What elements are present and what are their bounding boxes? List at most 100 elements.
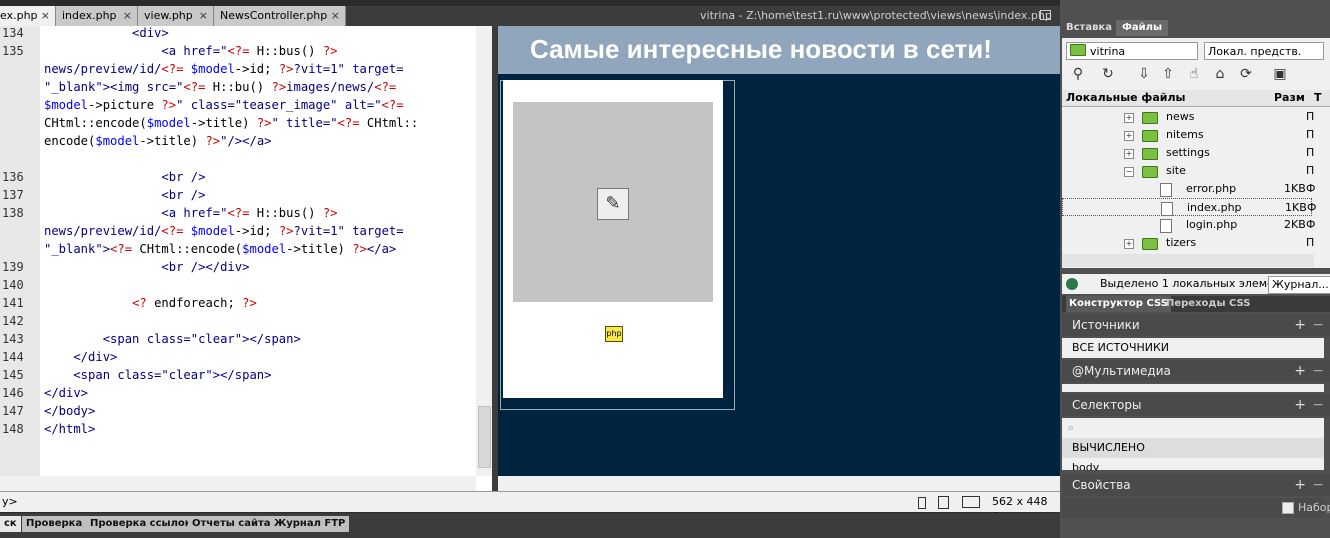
media-section[interactable]: @Мультимедиа + −	[1062, 360, 1330, 382]
tab-files[interactable]: Файлы	[1116, 20, 1169, 36]
code-line[interactable]: <br />	[44, 188, 205, 202]
code-line[interactable]: <? endforeach; ?>	[44, 296, 257, 310]
code-line[interactable]: news/preview/id/<?= $model->id; ?>?vit=1…	[44, 62, 404, 76]
column-type[interactable]: Т	[1314, 90, 1322, 106]
code-line[interactable]: <br />	[44, 170, 205, 184]
refresh-icon[interactable]: ↻	[1100, 66, 1116, 82]
properties-section[interactable]: Свойства + −	[1062, 474, 1330, 496]
code-view[interactable]: 134 135 136 137 138 139 140 141 142 143 …	[0, 26, 492, 491]
check-in-icon[interactable]: ⌂	[1212, 66, 1228, 82]
code-vertical-scrollbar[interactable]	[476, 26, 492, 476]
file-tree-row[interactable]: index.php 1KB Ф	[1062, 198, 1316, 216]
code-line[interactable]: <span class="clear"></span>	[44, 332, 301, 346]
view-select[interactable]: Локал. предств.	[1204, 42, 1324, 60]
set-checkbox[interactable]	[1282, 502, 1294, 514]
file-tree-row[interactable]: error.php 1KB Ф	[1062, 180, 1315, 198]
mobile-size-icon[interactable]	[918, 497, 926, 509]
code-line[interactable]: CHtml::encode($model->title) ?>" title="…	[44, 116, 418, 130]
tab-ex-php[interactable]: ex.php ×	[0, 6, 56, 26]
expand-toggle-icon[interactable]: −	[1124, 167, 1134, 177]
remove-icon[interactable]: −	[1312, 360, 1324, 382]
tab-index-php[interactable]: index.php ×	[56, 6, 138, 26]
tab-site-reports[interactable]: Отчеты сайта	[188, 516, 275, 532]
design-horizontal-scrollbar[interactable]	[498, 476, 1060, 491]
log-button[interactable]: Журнал...	[1268, 276, 1330, 294]
tab-validation[interactable]: Проверка	[22, 516, 87, 532]
scroll-thumb[interactable]	[478, 406, 491, 468]
desktop-size-icon[interactable]	[962, 496, 980, 508]
selectors-section[interactable]: Селекторы + −	[1062, 394, 1330, 416]
file-tree-row[interactable]: + settings П	[1062, 144, 1314, 162]
code-line[interactable]: <a href="<?= H::bus() ?>	[44, 206, 337, 220]
close-icon[interactable]: ×	[331, 6, 340, 26]
check-out-icon[interactable]: ☝	[1186, 66, 1202, 82]
remove-icon[interactable]: −	[1312, 394, 1324, 416]
teaser-card[interactable]: ✎ php	[503, 80, 723, 398]
connect-icon[interactable]: ⚲	[1070, 66, 1086, 82]
expand-toggle-icon[interactable]: +	[1124, 131, 1134, 141]
tab-insert[interactable]: Вставка	[1066, 20, 1112, 36]
file-tree-row[interactable]: + nitems П	[1062, 126, 1314, 144]
expand-icon[interactable]: ▣	[1272, 66, 1288, 82]
files-horizontal-scrollbar[interactable]	[1062, 254, 1314, 267]
code-line[interactable]: encode($model->title) ?>"/></a>	[44, 134, 272, 148]
column-size[interactable]: Разм	[1274, 90, 1305, 106]
line-number: 139	[2, 260, 24, 274]
add-icon[interactable]: +	[1294, 394, 1306, 416]
add-icon[interactable]: +	[1294, 474, 1306, 496]
code-line[interactable]: <span class="clear"></span>	[44, 368, 271, 382]
tab-link-checker[interactable]: Проверка ссылок	[86, 516, 196, 532]
add-icon[interactable]: +	[1294, 314, 1306, 336]
tab-view-php[interactable]: view.php ×	[138, 6, 214, 26]
tab-newscontroller-php[interactable]: NewsController.php ×	[214, 6, 346, 26]
tab-css-transitions[interactable]: Переходы CSS	[1166, 296, 1251, 312]
restore-window-icon[interactable]	[1040, 10, 1051, 20]
file-tree-row[interactable]: + news П	[1062, 108, 1314, 126]
remove-icon[interactable]: −	[1312, 314, 1324, 336]
code-line[interactable]: $model->picture ?>" class="teaser_image"…	[44, 98, 404, 112]
site-select[interactable]: vitrina	[1066, 42, 1198, 60]
code-line[interactable]: "_blank"><?= CHtml::encode($model->title…	[44, 242, 396, 256]
close-icon[interactable]: ×	[41, 6, 50, 26]
file-tree-row[interactable]: login.php 2KB Ф	[1062, 216, 1315, 234]
tablet-size-icon[interactable]	[938, 496, 949, 509]
remove-icon[interactable]: −	[1312, 474, 1324, 496]
sources-section[interactable]: Источники + −	[1062, 314, 1330, 336]
code-line[interactable]: </html>	[44, 422, 95, 436]
code-line[interactable]: </body>	[44, 404, 95, 418]
sync-icon[interactable]: ⟳	[1238, 66, 1254, 82]
close-icon[interactable]: ×	[123, 6, 132, 26]
all-sources-row[interactable]: ВСЕ ИСТОЧНИКИ	[1062, 338, 1324, 358]
body-row[interactable]: body	[1062, 458, 1324, 470]
selector-filter[interactable]: ⌕	[1062, 418, 1324, 438]
tab-search[interactable]: ск	[0, 516, 21, 532]
code-line[interactable]: <a href="<?= H::bus() ?>	[44, 44, 337, 58]
teaser-image-placeholder[interactable]: ✎	[513, 102, 713, 302]
column-name[interactable]: Локальные файлы	[1066, 90, 1185, 106]
file-tree-row[interactable]: − site П	[1062, 162, 1314, 180]
code-line[interactable]: <div>	[44, 26, 169, 40]
folder-icon	[1142, 238, 1158, 250]
get-files-icon[interactable]: ⇩	[1136, 66, 1152, 82]
close-icon[interactable]: ×	[199, 6, 208, 26]
code-horizontal-scrollbar[interactable]	[0, 476, 476, 491]
tab-css-designer[interactable]: Конструктор CSS	[1066, 296, 1171, 312]
line-number: 142	[2, 314, 24, 328]
code-line[interactable]: news/preview/id/<?= $model->id; ?>?vit=1…	[44, 224, 404, 238]
code-line[interactable]: <br /></div>	[44, 260, 249, 274]
file-tree-row[interactable]: + tizers П	[1062, 234, 1314, 252]
expand-toggle-icon[interactable]: +	[1124, 113, 1134, 123]
add-icon[interactable]: +	[1294, 360, 1306, 382]
design-view[interactable]: Самые интересные новости в сети! php php…	[498, 26, 1060, 476]
tag-selector[interactable]: y>	[2, 495, 18, 508]
code-line[interactable]: </div>	[44, 386, 88, 400]
put-files-icon[interactable]: ⇧	[1160, 66, 1176, 82]
expand-toggle-icon[interactable]: +	[1124, 239, 1134, 249]
computed-row[interactable]: ВЫЧИСЛЕНО	[1062, 438, 1324, 458]
file-name: nitems	[1166, 128, 1204, 141]
code-line[interactable]: "_blank"><img src="<?= H::bu() ?>images/…	[44, 80, 396, 94]
code-line[interactable]: </div>	[44, 350, 117, 364]
php-marker-icon[interactable]: php	[605, 326, 623, 342]
tab-ftp-log[interactable]: Журнал FTP	[270, 516, 350, 532]
expand-toggle-icon[interactable]: +	[1124, 149, 1134, 159]
